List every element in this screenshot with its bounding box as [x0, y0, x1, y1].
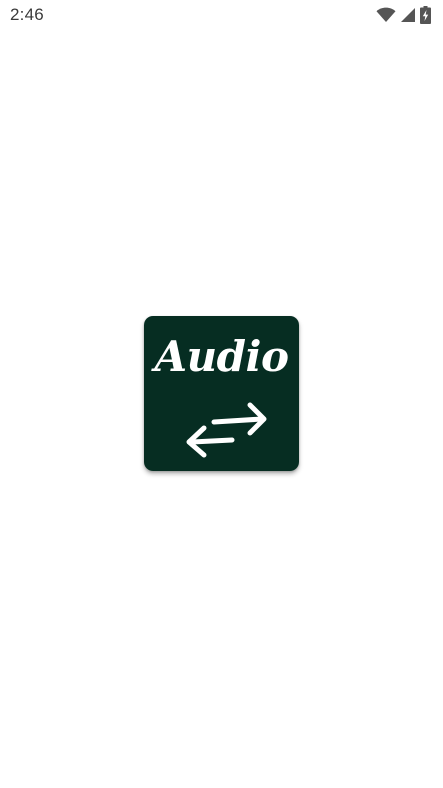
battery-charging-icon — [420, 6, 431, 24]
app-logo: Audio — [144, 316, 299, 471]
wifi-icon — [376, 7, 396, 23]
status-icons — [376, 5, 431, 25]
cellular-signal-icon — [400, 7, 416, 23]
status-time: 2:46 — [10, 5, 44, 24]
status-bar: 2:46 — [0, 0, 443, 30]
logo-text: Audio — [154, 332, 289, 381]
